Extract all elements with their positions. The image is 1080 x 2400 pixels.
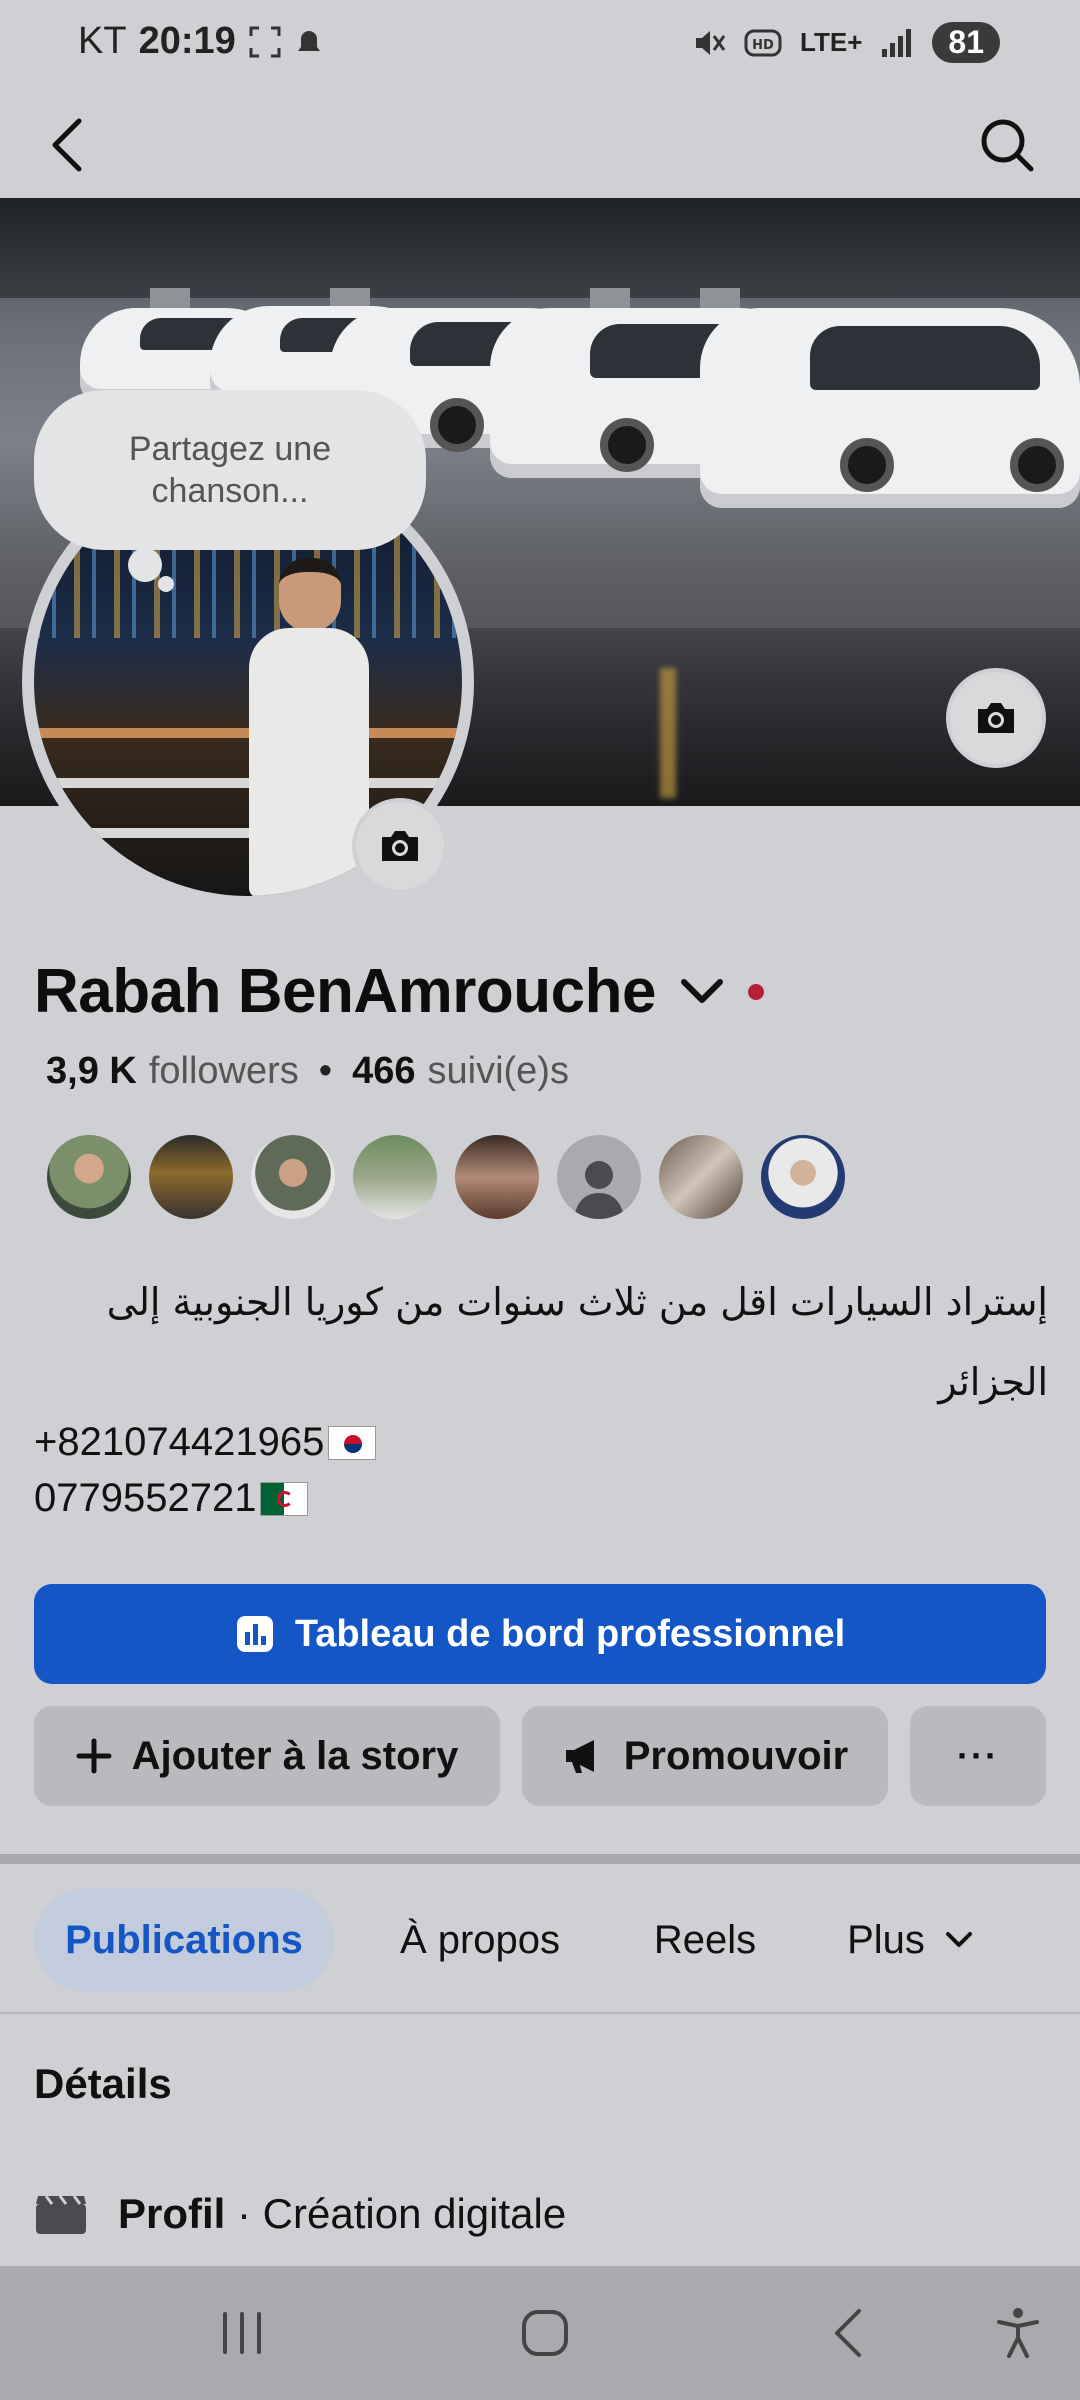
details-heading: Détails (34, 2060, 172, 2107)
clock: 20:19 (138, 20, 236, 62)
add-story-label: Ajouter à la story (131, 1733, 459, 1778)
home-button[interactable] (505, 2296, 585, 2370)
detail-separator: · (225, 2190, 263, 2237)
battery-level: 81 (932, 22, 1000, 63)
svg-text:HD: HD (752, 38, 774, 53)
friend-avatar[interactable] (758, 1132, 848, 1222)
profile-tabs: Publications À propos Reels Plus (0, 1880, 1080, 2000)
search-icon (981, 119, 1034, 172)
section-divider (0, 1854, 1080, 1864)
back-arrow-icon (52, 118, 82, 172)
system-navigation-bar (0, 2266, 1080, 2400)
profile-switch-chevron-icon[interactable] (678, 976, 726, 1008)
search-button[interactable] (962, 100, 1052, 190)
profile-name: Rabah BenAmrouche (34, 957, 656, 1026)
edit-avatar-button[interactable] (352, 798, 448, 894)
followers-count: 3,9 K (46, 1050, 137, 1092)
more-options-icon: ··· (957, 1735, 999, 1776)
south-korea-flag-icon (328, 1425, 377, 1460)
stats-separator: • (318, 1050, 333, 1092)
phone-algeria-number: 0779552721 (34, 1476, 257, 1520)
professional-dashboard-button[interactable]: Tableau de bord professionnel (34, 1584, 1046, 1684)
phone-korea-number: +821074421965 (34, 1420, 325, 1464)
chevron-down-icon (945, 1932, 972, 1947)
following-label: suivi(e)s (427, 1050, 569, 1092)
camera-icon (382, 831, 418, 861)
status-bar: KT 20:19 HD LTE+ 81 (0, 0, 1080, 90)
plus-icon (76, 1738, 112, 1774)
detail-category-value: Création digitale (262, 2190, 567, 2237)
detail-profile-label: Profil (118, 2190, 226, 2237)
song-prompt-bubble[interactable]: Partagez une chanson... (34, 390, 426, 550)
network-type: LTE+ (800, 27, 863, 57)
camera-icon (978, 703, 1014, 733)
friend-avatar[interactable] (44, 1132, 134, 1222)
professional-dashboard-label: Tableau de bord professionnel (294, 1612, 846, 1655)
notification-icon (297, 30, 320, 51)
more-options-button[interactable]: ··· (910, 1706, 1046, 1806)
home-icon (522, 2310, 568, 2356)
dashboard-chart-icon (236, 1616, 273, 1652)
friend-avatar[interactable] (146, 1132, 236, 1222)
back-button[interactable] (22, 100, 112, 190)
tab-reels[interactable]: Reels (630, 1888, 780, 1992)
friend-avatar[interactable] (350, 1132, 440, 1222)
screenshot-icon (249, 26, 281, 57)
algeria-flag-icon (260, 1481, 309, 1516)
friend-avatar[interactable] (656, 1132, 746, 1222)
system-back-icon (835, 2309, 861, 2357)
follow-stats[interactable]: 3,9 K followers • 466 suivi(e)s (46, 1050, 569, 1093)
friend-avatar[interactable] (248, 1132, 338, 1222)
add-story-button[interactable]: Ajouter à la story (34, 1706, 500, 1806)
mute-icon (696, 30, 726, 55)
system-back-button[interactable] (808, 2296, 888, 2370)
top-navigation (0, 90, 1080, 198)
hd-voice-icon: HD (744, 29, 782, 56)
signal-icon (882, 28, 912, 57)
promote-button[interactable]: Promouvoir (522, 1706, 888, 1806)
friend-avatar[interactable] (452, 1132, 542, 1222)
profile-bio: إستراد السيارات اقل من ثلاث سنوات من كور… (106, 1280, 1048, 1404)
accessibility-button[interactable] (978, 2296, 1058, 2370)
clapperboard-icon (36, 2195, 86, 2234)
friends-avatars (44, 1132, 848, 1222)
song-prompt-text: Partagez une chanson... (128, 430, 332, 510)
tab-about[interactable]: À propos (370, 1888, 590, 1992)
detail-profile-category: Profil · Création digitale (34, 2190, 566, 2238)
megaphone-icon (565, 1740, 594, 1773)
default-person-icon (574, 1161, 624, 1219)
recent-apps-icon (223, 2312, 261, 2354)
phone-korea: +821074421965 (34, 1420, 377, 1465)
accessibility-icon (997, 2308, 1039, 2358)
followers-label: followers (148, 1050, 299, 1092)
tab-publications[interactable]: Publications (34, 1888, 334, 1992)
edit-cover-button[interactable] (946, 668, 1046, 768)
friend-avatar[interactable] (554, 1132, 644, 1222)
notification-dot (747, 983, 764, 1000)
phone-algeria: 0779552721 (34, 1476, 309, 1521)
following-count: 466 (352, 1050, 416, 1092)
recent-apps-button[interactable] (202, 2296, 282, 2370)
carrier-label: KT (78, 20, 127, 62)
promote-label: Promouvoir (623, 1733, 849, 1778)
tab-more[interactable]: Plus (830, 1888, 990, 1992)
